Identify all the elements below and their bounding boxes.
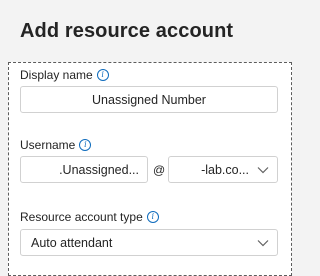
username-label: Username i: [20, 138, 92, 152]
username-input[interactable]: .Unassigned...: [20, 156, 148, 183]
at-separator: @: [153, 163, 166, 177]
resource-account-type-label: Resource account type i: [20, 210, 159, 224]
chevron-down-icon: [257, 167, 269, 174]
info-icon[interactable]: i: [96, 69, 109, 81]
display-name-label: Display name i: [20, 68, 109, 82]
domain-select[interactable]: -lab.co...: [168, 156, 278, 183]
dialog-title: Add resource account: [20, 20, 234, 42]
form-panel: Display name i Unassigned Number Usernam…: [8, 62, 292, 276]
resource-account-type-select[interactable]: Auto attendant: [20, 229, 278, 256]
info-icon[interactable]: i: [146, 211, 159, 223]
chevron-down-icon: [257, 240, 269, 247]
display-name-input[interactable]: Unassigned Number: [20, 86, 278, 113]
info-icon[interactable]: i: [79, 139, 92, 151]
